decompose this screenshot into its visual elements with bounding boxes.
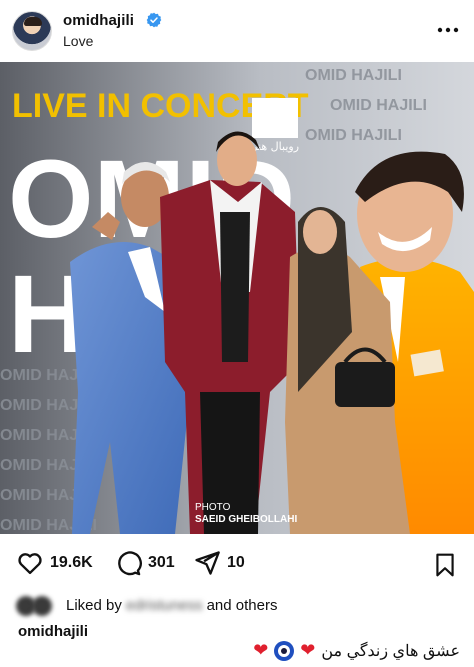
- nazar-amulet-icon: [274, 640, 295, 661]
- avatar[interactable]: [12, 11, 52, 51]
- comment-action[interactable]: 301: [114, 545, 175, 581]
- post-username[interactable]: omidhajili: [63, 12, 134, 29]
- like-count[interactable]: 19.6K: [50, 554, 93, 572]
- heart-icon[interactable]: [16, 549, 44, 577]
- action-bar: 19.6K 301 10: [0, 545, 474, 585]
- send-icon[interactable]: [193, 549, 221, 577]
- post-subtitle[interactable]: Love: [63, 33, 93, 49]
- backdrop-repeat-text: OMID HAJILI: [330, 97, 427, 114]
- photo-credit-name: SAEID GHEIBOLLAHI: [195, 514, 297, 525]
- comment-count[interactable]: 301: [148, 554, 175, 572]
- caption: ❤ ❤ عشق هاي زندگي من: [253, 640, 460, 661]
- share-action[interactable]: 10: [193, 545, 245, 581]
- liked-by-suffix: and others: [206, 596, 278, 614]
- backdrop-repeat-text: OMID HAJILI: [305, 67, 402, 84]
- concert-photo-illustration: OMID HAJILI OMID HAJILI OMID HAJILI OMID…: [0, 62, 474, 534]
- liker-avatars[interactable]: [16, 594, 60, 616]
- liked-by-line[interactable]: Liked by edristuness and others: [16, 594, 277, 616]
- caption-text: عشق هاي زندگي من: [321, 642, 460, 660]
- backdrop-logo: [252, 98, 298, 138]
- heart-emoji: ❤: [300, 640, 316, 660]
- like-action[interactable]: 19.6K: [16, 545, 93, 581]
- heart-emoji: ❤: [253, 640, 269, 660]
- post-header: omidhajili Love: [0, 0, 474, 60]
- caption-username[interactable]: omidhajili: [18, 623, 88, 640]
- more-dots-icon[interactable]: [436, 18, 460, 42]
- liked-by-prefix: Liked by: [66, 596, 122, 614]
- verified-badge-icon: [146, 12, 162, 28]
- bookmark-icon[interactable]: [432, 551, 458, 579]
- photo-credit-label: PHOTO: [195, 502, 231, 513]
- backdrop-repeat-text: OMID HAJILI: [305, 127, 402, 144]
- share-count[interactable]: 10: [227, 554, 245, 572]
- post-photo[interactable]: OMID HAJILI OMID HAJILI OMID HAJILI OMID…: [0, 62, 474, 534]
- liked-by-user[interactable]: edristuness: [126, 597, 203, 614]
- comment-bubble-icon[interactable]: [114, 549, 142, 577]
